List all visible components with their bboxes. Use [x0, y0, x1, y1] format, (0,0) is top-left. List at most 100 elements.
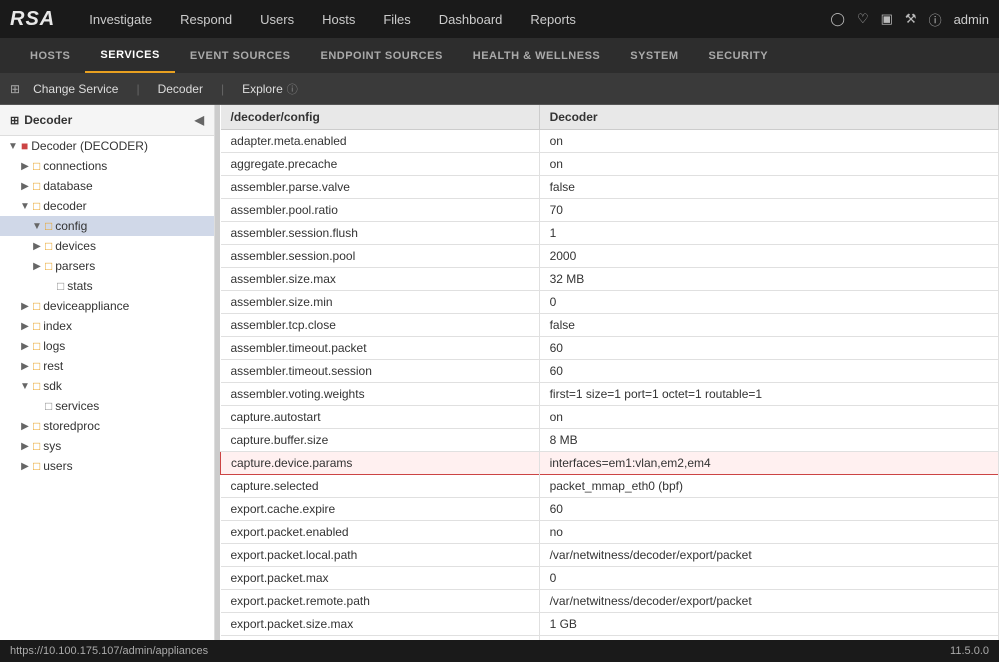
table-cell-key: assembler.size.min	[221, 291, 540, 314]
tree-rest[interactable]: ▶ □ rest	[0, 356, 214, 376]
content-scroll[interactable]: /decoder/config Decoder adapter.meta.ena…	[220, 105, 999, 640]
nav-files[interactable]: Files	[369, 0, 424, 38]
table-cell-key: capture.buffer.size	[221, 429, 540, 452]
subnav-services[interactable]: SERVICES	[85, 38, 174, 73]
table-row[interactable]: assembler.size.min0	[221, 291, 999, 314]
subnav-health-wellness[interactable]: HEALTH & WELLNESS	[458, 38, 615, 73]
tree-services[interactable]: □ services	[0, 396, 214, 416]
subnav-hosts[interactable]: HOSTS	[15, 38, 85, 73]
tree-storedproc[interactable]: ▶ □ storedproc	[0, 416, 214, 436]
table-row[interactable]: capture.device.paramsinterfaces=em1:vlan…	[221, 452, 999, 475]
tree-config[interactable]: ▼ □ config	[0, 216, 214, 236]
bell-icon[interactable]: ♡	[857, 11, 869, 27]
table-row[interactable]: capture.buffer.size8 MB	[221, 429, 999, 452]
table-row[interactable]: export.packet.remote.path/var/netwitness…	[221, 590, 999, 613]
table-cell-key: assembler.voting.weights	[221, 383, 540, 406]
folder-icon-connections: □	[33, 159, 40, 173]
table-row[interactable]: capture.selectedpacket_mmap_eth0 (bpf)	[221, 475, 999, 498]
table-row[interactable]: assembler.voting.weightsfirst=1 size=1 p…	[221, 383, 999, 406]
sidebar-collapse-icon[interactable]: ◀	[195, 113, 204, 127]
table-row[interactable]: export.cache.expire60	[221, 498, 999, 521]
tree-label: storedproc	[43, 419, 100, 433]
table-row[interactable]: assembler.size.max32 MB	[221, 268, 999, 291]
table-row[interactable]: adapter.meta.enabledon	[221, 130, 999, 153]
tree-index[interactable]: ▶ □ index	[0, 316, 214, 336]
monitor-icon[interactable]: ▣	[881, 11, 893, 27]
tree-stats[interactable]: □ stats	[0, 276, 214, 296]
table-row[interactable]: export.packet.local.path/var/netwitness/…	[221, 544, 999, 567]
tree-label: deviceappliance	[43, 299, 129, 313]
folder-icon-index: □	[33, 319, 40, 333]
tree-decoder[interactable]: ▼ □ decoder	[0, 196, 214, 216]
tools-icon[interactable]: ⚒	[905, 11, 917, 27]
tree-users[interactable]: ▶ □ users	[0, 456, 214, 476]
tree-sys[interactable]: ▶ □ sys	[0, 436, 214, 456]
nav-hosts[interactable]: Hosts	[308, 0, 369, 38]
table-cell-value: 1 GB	[539, 613, 998, 636]
tree-label: logs	[43, 339, 65, 353]
table-row[interactable]: assembler.parse.valvefalse	[221, 176, 999, 199]
clock-icon[interactable]: ◯	[830, 11, 845, 27]
tree-deviceappliance[interactable]: ▶ □ deviceappliance	[0, 296, 214, 316]
decoder-button[interactable]: Decoder	[150, 79, 211, 99]
table-cell-value: 8 MB	[539, 429, 998, 452]
folder-icon-rest: □	[33, 359, 40, 373]
tree-database[interactable]: ▶ □ database	[0, 176, 214, 196]
tree-devices[interactable]: ▶ □ devices	[0, 236, 214, 256]
nav-reports[interactable]: Reports	[516, 0, 590, 38]
nav-respond[interactable]: Respond	[166, 0, 246, 38]
table-row[interactable]: export.packet.max0	[221, 567, 999, 590]
expand-users: ▶	[20, 461, 30, 472]
sidebar-title: ⊞ Decoder ◀	[0, 105, 214, 136]
table-cell-value: 0	[539, 291, 998, 314]
table-cell-value: /var/netwitness/decoder/export/packet	[539, 590, 998, 613]
tree-connections[interactable]: ▶ □ connections	[0, 156, 214, 176]
tree-parsers[interactable]: ▶ □ parsers	[0, 256, 214, 276]
nav-dashboard[interactable]: Dashboard	[425, 0, 517, 38]
tree-label: Decoder (DECODER)	[31, 139, 148, 153]
table-cell-key: adapter.meta.enabled	[221, 130, 540, 153]
table-row[interactable]: assembler.pool.ratio70	[221, 199, 999, 222]
tree-label: connections	[43, 159, 107, 173]
table-cell-value: false	[539, 314, 998, 337]
table-row[interactable]: assembler.session.flush1	[221, 222, 999, 245]
table-cell-key: assembler.timeout.packet	[221, 337, 540, 360]
nav-users[interactable]: Users	[246, 0, 308, 38]
table-row[interactable]: aggregate.precacheon	[221, 153, 999, 176]
explore-button[interactable]: Explore ⓘ	[234, 78, 306, 100]
subnav-system[interactable]: SYSTEM	[615, 38, 693, 73]
tree-label: rest	[43, 359, 63, 373]
table-cell-key: export.packet.enabled	[221, 521, 540, 544]
subnav-security[interactable]: SECURITY	[693, 38, 783, 73]
help-icon[interactable]: ⓘ	[929, 10, 942, 29]
tree-label: decoder	[43, 199, 86, 213]
tree-sdk[interactable]: ▼ □ sdk	[0, 376, 214, 396]
table-row[interactable]: assembler.timeout.session60	[221, 360, 999, 383]
table-row[interactable]: capture.autostarton	[221, 406, 999, 429]
tree-decoder-root[interactable]: ▼ ■ Decoder (DECODER)	[0, 136, 214, 156]
table-row[interactable]: assembler.tcp.closefalse	[221, 314, 999, 337]
expand-index: ▶	[20, 321, 30, 332]
table-row[interactable]: export.session.enabledno	[221, 636, 999, 641]
table-row[interactable]: assembler.session.pool2000	[221, 245, 999, 268]
subnav-event-sources[interactable]: EVENT SOURCES	[175, 38, 306, 73]
table-col2-header: Decoder	[539, 105, 998, 130]
file-icon-services: □	[45, 399, 52, 413]
change-service-button[interactable]: Change Service	[25, 79, 126, 99]
table-cell-key: capture.autostart	[221, 406, 540, 429]
folder-icon-sdk: □	[33, 379, 40, 393]
table-row[interactable]: assembler.timeout.packet60	[221, 337, 999, 360]
subnav-endpoint-sources[interactable]: ENDPOINT SOURCES	[305, 38, 457, 73]
top-nav-right: ◯ ♡ ▣ ⚒ ⓘ admin	[830, 10, 989, 29]
main-layout: ⊞ Decoder ◀ ▼ ■ Decoder (DECODER) ▶ □ co…	[0, 105, 999, 640]
table-cell-value: first=1 size=1 port=1 octet=1 routable=1	[539, 383, 998, 406]
table-cell-key: export.cache.expire	[221, 498, 540, 521]
table-row[interactable]: export.packet.enabledno	[221, 521, 999, 544]
nav-investigate[interactable]: Investigate	[75, 0, 166, 38]
tree-logs[interactable]: ▶ □ logs	[0, 336, 214, 356]
expand-connections: ▶	[20, 161, 30, 172]
admin-menu[interactable]: admin	[954, 12, 989, 27]
sidebar-grid-icon: ⊞	[10, 114, 19, 127]
table-row[interactable]: export.packet.size.max1 GB	[221, 613, 999, 636]
table-cell-value: no	[539, 636, 998, 641]
